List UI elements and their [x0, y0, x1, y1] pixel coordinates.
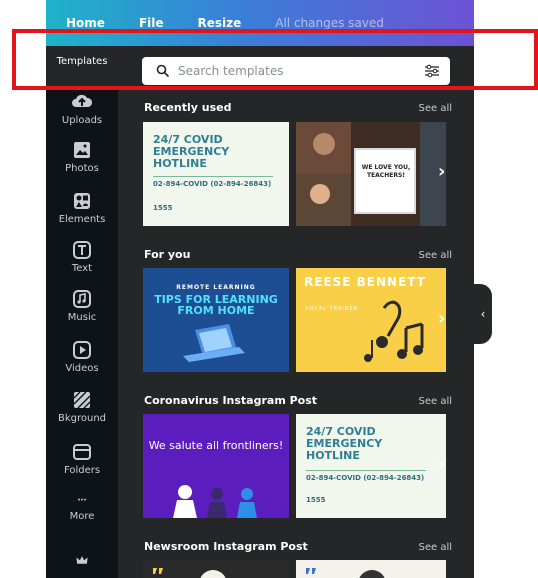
template-card-newsroom-2[interactable] [296, 560, 446, 578]
sidebar-item-label: Bkground [57, 413, 107, 424]
resize-menu[interactable]: Resize [198, 16, 242, 30]
file-menu[interactable]: File [139, 16, 164, 30]
sidebar-item-label: Uploads [61, 115, 103, 126]
section-title-for-you: For you [144, 248, 191, 261]
left-sidebar: Templates Uploads Photos Elements Text M… [46, 46, 118, 578]
upload-icon [72, 94, 93, 107]
teachers-frame [354, 148, 416, 214]
sidebar-item-label: Photos [65, 163, 99, 174]
sidebar-item-uploads[interactable]: Uploads [46, 92, 118, 126]
music-icon [73, 290, 91, 308]
see-all-for-you[interactable]: See all [418, 250, 452, 261]
next-arrow-for-you[interactable]: › [438, 308, 445, 329]
teachers-text: WE LOVE YOU, TEACHERS! [361, 164, 411, 179]
save-status: All changes saved [275, 16, 384, 30]
template-card-newsroom-1[interactable] [143, 560, 289, 578]
sidebar-item-label: Elements [58, 214, 106, 225]
video-icon [73, 341, 91, 359]
covid-phone: 02-894-COVID (02-894-26843) [153, 176, 273, 188]
see-all-recent[interactable]: See all [418, 103, 452, 114]
chevron-left-icon: ‹ [480, 307, 486, 321]
crown-icon [76, 556, 88, 564]
more-icon [78, 498, 86, 501]
sidebar-item-music[interactable]: Music [46, 289, 118, 323]
covid-phone: 02-894-COVID (02-894-26843) [306, 470, 426, 482]
sidebar-item-photos[interactable]: Photos [46, 140, 118, 174]
shapes-icon [74, 193, 90, 209]
folder-icon [73, 444, 91, 460]
templates-panel: Recently used See all 24/7 COVID EMERGEN… [118, 46, 474, 578]
music-notes-illustration [364, 300, 424, 362]
premium-crown[interactable] [46, 554, 118, 571]
template-card-frontliners[interactable]: We salute all frontliners! [143, 414, 289, 518]
next-arrow-recent[interactable]: › [438, 161, 445, 182]
next-arrow-coronavirus[interactable]: › [438, 454, 445, 475]
sidebar-item-label: Text [71, 263, 93, 274]
sidebar-item-elements[interactable]: Elements [46, 191, 118, 225]
sidebar-item-label: Folders [63, 465, 101, 476]
covid-headline: 24/7 COVID EMERGENCY HOTLINE [306, 425, 383, 462]
see-all-coronavirus[interactable]: See all [418, 396, 452, 407]
template-card-reese-bennett[interactable]: REESE BENNETT VOCAL TRAINER [296, 268, 446, 372]
quote-icon-2 [306, 568, 385, 578]
see-all-newsroom[interactable]: See all [418, 542, 452, 553]
covid-number: 1555 [153, 204, 173, 212]
covid-headline: 24/7 COVID EMERGENCY HOTLINE [153, 133, 230, 170]
template-card-teachers[interactable]: WE LOVE YOU, TEACHERS! [296, 122, 446, 226]
sidebar-item-videos[interactable]: Videos [46, 340, 118, 374]
template-card-covid-hotline[interactable]: 24/7 COVID EMERGENCY HOTLINE 02-894-COVI… [143, 122, 289, 226]
sidebar-item-label: Music [67, 312, 97, 323]
background-icon [73, 391, 91, 409]
home-menu[interactable]: Home [66, 16, 105, 30]
laptop-illustration [183, 324, 245, 362]
sidebar-item-text[interactable]: Text [46, 240, 118, 274]
template-card-remote-learning[interactable]: REMOTE LEARNING TIPS FOR LEARNING FROM H… [143, 268, 289, 372]
covid-number: 1555 [306, 496, 326, 504]
highlight-annotation-box [12, 29, 538, 90]
text-icon [73, 241, 91, 259]
collapse-panel-button[interactable]: ‹ [474, 284, 492, 344]
sidebar-item-background[interactable]: Bkground [46, 390, 118, 424]
sidebar-item-label: Videos [65, 363, 99, 374]
template-card-covid-hotline-2[interactable]: 24/7 COVID EMERGENCY HOTLINE 02-894-COVI… [296, 414, 446, 518]
sidebar-item-more[interactable]: More [46, 496, 118, 522]
section-title-coronavirus: Coronavirus Instagram Post [144, 394, 318, 407]
photo-icon [74, 142, 90, 158]
quote-icon [153, 568, 226, 578]
sidebar-item-folders[interactable]: Folders [46, 442, 118, 476]
section-title-newsroom: Newsroom Instagram Post [144, 540, 308, 553]
section-title-recent: Recently used [144, 101, 232, 114]
sidebar-item-label: More [69, 511, 95, 522]
frontliners-illustration [173, 485, 257, 518]
